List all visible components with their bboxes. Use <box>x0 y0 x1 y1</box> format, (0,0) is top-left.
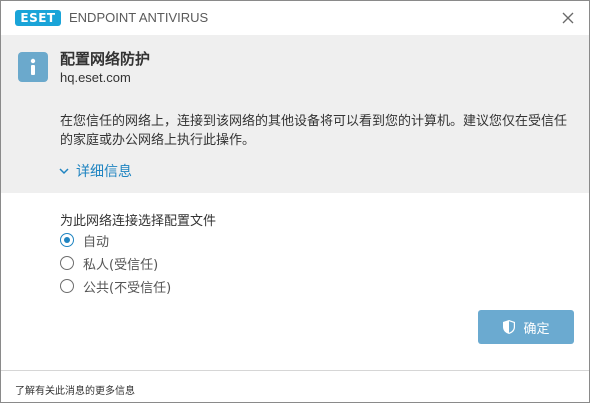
radio-button[interactable] <box>60 279 74 293</box>
radio-option-automatic[interactable]: 自动 <box>60 230 109 250</box>
shield-icon <box>503 320 516 334</box>
header-section: 配置网络防护 hq.eset.com 在您信任的网络上，连接到该网络的其他设备将… <box>1 35 589 193</box>
radio-option-public[interactable]: 公共(不受信任) <box>60 276 171 296</box>
details-label: 详细信息 <box>76 164 132 180</box>
footer: 了解有关此消息的更多信息 <box>1 370 589 402</box>
network-name: hq.eset.com <box>60 70 131 85</box>
info-icon <box>18 52 48 82</box>
title-bar: ESET ENDPOINT ANTIVIRUS <box>1 1 589 35</box>
learn-more-link[interactable]: 了解有关此消息的更多信息 <box>15 382 135 397</box>
radio-label: 公共(不受信任) <box>83 280 172 296</box>
profile-section: 为此网络连接选择配置文件 自动 私人(受信任) 公共(不受信任) 确定 <box>1 193 589 370</box>
details-toggle[interactable]: 详细信息 <box>58 161 132 181</box>
radio-option-private[interactable]: 私人(受信任) <box>60 253 158 273</box>
radio-label: 私人(受信任) <box>83 257 159 273</box>
close-icon <box>562 12 574 24</box>
app-title: ENDPOINT ANTIVIRUS <box>69 10 209 25</box>
radio-button[interactable] <box>60 256 74 270</box>
ok-label: 确定 <box>523 321 550 337</box>
eset-logo: ESET <box>15 10 61 26</box>
radio-label: 自动 <box>83 234 110 250</box>
close-button[interactable] <box>557 7 579 29</box>
chevron-down-icon <box>59 168 69 175</box>
ok-button[interactable]: 确定 <box>478 310 574 344</box>
dialog-window: ESET ENDPOINT ANTIVIRUS 配置网络防护 hq.eset.c… <box>0 0 590 403</box>
dialog-title: 配置网络防护 <box>60 50 151 68</box>
description-text: 在您信任的网络上，连接到该网络的其他设备将可以看到您的计算机。建议您仅在受信任的… <box>60 114 568 148</box>
profile-prompt: 为此网络连接选择配置文件 <box>60 214 217 229</box>
radio-button[interactable] <box>60 233 74 247</box>
